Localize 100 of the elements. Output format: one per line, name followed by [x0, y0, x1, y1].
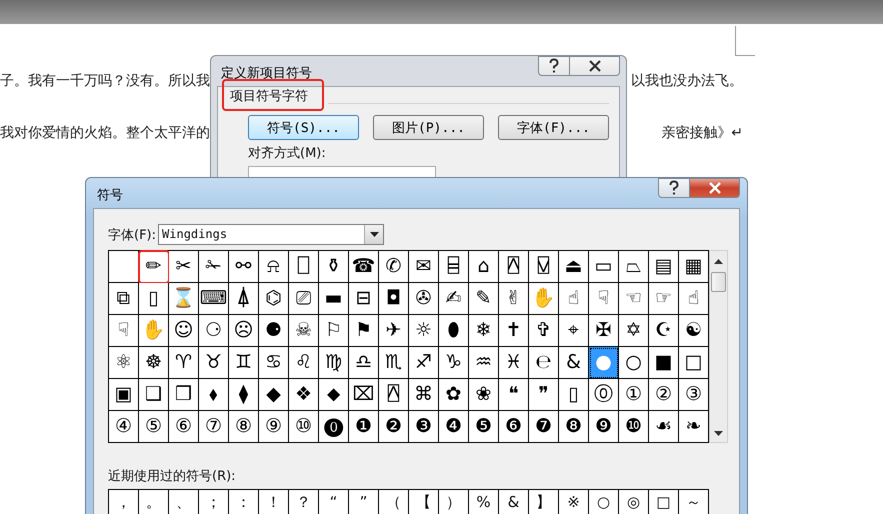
symbol-cell[interactable]: □ — [679, 347, 709, 379]
recent-symbol-cell[interactable]: 】 — [529, 490, 559, 514]
symbol-cell[interactable]: ② — [649, 379, 679, 411]
symbol-cell[interactable]: ♒ — [469, 347, 499, 379]
symbol-cell[interactable]: ✉ — [409, 251, 439, 283]
symbol-cell[interactable]: ⚆ — [199, 315, 229, 347]
symbol-cell[interactable]: ❻ — [499, 411, 529, 443]
recent-symbol-cell[interactable]: ！ — [259, 490, 289, 514]
symbol-cell[interactable]: ⧫ — [229, 379, 259, 411]
symbol-cell[interactable]: ⎕ — [289, 251, 319, 283]
symbol-cell[interactable]: ④ — [109, 411, 139, 443]
symbol-cell[interactable]: ☜ — [619, 283, 649, 315]
symbol-cell[interactable]: ☟ — [109, 315, 139, 347]
symbol-cell[interactable]: ⌨ — [199, 283, 229, 315]
symbol-cell[interactable]: ❿ — [619, 411, 649, 443]
symbol-cell[interactable]: ⍾ — [259, 251, 289, 283]
symbol-cell[interactable]: ⚐ — [319, 315, 349, 347]
symbol-cell[interactable]: ❧ — [679, 411, 709, 443]
symbol-cell[interactable]: ♌ — [289, 347, 319, 379]
symbol-cell[interactable]: ⑥ — [169, 411, 199, 443]
symbol-cell[interactable]: ❾ — [589, 411, 619, 443]
recent-symbol-cell[interactable]: □ — [649, 490, 679, 514]
symbol-cell[interactable]: ❄ — [469, 315, 499, 347]
symbol-cell[interactable]: ❸ — [409, 411, 439, 443]
symbol-cell[interactable]: ⍓ — [379, 379, 409, 411]
symbol-cell[interactable]: ☝ — [679, 283, 709, 315]
symbol-cell[interactable]: ♑ — [439, 347, 469, 379]
help-button[interactable] — [658, 178, 690, 198]
symbol-cell[interactable]: ♓ — [499, 347, 529, 379]
symbol-cell[interactable]: ▯ — [559, 379, 589, 411]
symbol-cell[interactable]: ⚈ — [259, 315, 289, 347]
symbol-cell[interactable]: ⌖ — [559, 315, 589, 347]
symbol-cell[interactable]: ☼ — [409, 315, 439, 347]
symbol-cell[interactable]: ▯ — [139, 283, 169, 315]
symbol-cell[interactable]: ⍓ — [499, 251, 529, 283]
symbol-cell[interactable]: ⓪ — [589, 379, 619, 411]
symbol-cell[interactable]: ♏ — [379, 347, 409, 379]
scrollbar[interactable] — [709, 250, 728, 443]
symbol-cell[interactable]: ❷ — [379, 411, 409, 443]
recent-symbol-cell[interactable]: ） — [439, 490, 469, 514]
symbol-cell[interactable]: ♉ — [199, 347, 229, 379]
symbol-cell[interactable]: ❝ — [499, 379, 529, 411]
symbol-cell[interactable]: ✡ — [619, 315, 649, 347]
symbol-cell[interactable]: ☎ — [349, 251, 379, 283]
symbol-cell[interactable]: ☺ — [169, 315, 199, 347]
symbol-cell[interactable]: ☞ — [649, 283, 679, 315]
symbol-cell[interactable]: ✞ — [529, 315, 559, 347]
symbol-cell[interactable]: ♐ — [409, 347, 439, 379]
recent-symbol-cell[interactable]: % — [469, 490, 499, 514]
symbol-cell[interactable]: ■ — [649, 347, 679, 379]
symbol-cell[interactable]: ○ — [619, 347, 649, 379]
symbol-cell[interactable]: ⌧ — [349, 379, 379, 411]
symbol-cell[interactable]: ☹ — [229, 315, 259, 347]
symbol-cell[interactable]: ⚯ — [229, 251, 259, 283]
symbol-cell[interactable]: ♎ — [349, 347, 379, 379]
scroll-thumb[interactable] — [711, 272, 726, 292]
recent-symbol-cell[interactable]: 【 — [409, 490, 439, 514]
help-button[interactable] — [538, 56, 570, 76]
symbol-cell[interactable]: ⧉ — [109, 283, 139, 315]
recent-symbol-cell[interactable]: 、 — [169, 490, 199, 514]
symbol-cell[interactable]: ✍ — [439, 283, 469, 315]
font-dropdown[interactable]: Wingdings — [158, 224, 384, 245]
recent-symbol-cell[interactable]: ？ — [289, 490, 319, 514]
symbol-cell[interactable]: ♍ — [319, 347, 349, 379]
symbol-cell[interactable]: ☸ — [139, 347, 169, 379]
symbol-cell[interactable]: ⊟ — [349, 283, 379, 315]
symbol-cell[interactable]: ⌂ — [469, 251, 499, 283]
recent-symbol-cell[interactable]: ○ — [589, 490, 619, 514]
symbol-cell[interactable]: ⑧ — [229, 411, 259, 443]
symbol-cell[interactable]: ❼ — [529, 411, 559, 443]
symbol-cell[interactable]: ◆ — [259, 379, 289, 411]
symbol-cell[interactable]: ③ — [679, 379, 709, 411]
symbol-cell[interactable]: ① — [619, 379, 649, 411]
recent-symbol-cell[interactable]: ” — [349, 490, 379, 514]
symbol-cell[interactable]: ✇ — [409, 283, 439, 315]
dialog-button[interactable]: 图片(P)... — [373, 115, 484, 140]
symbol-cell[interactable]: ❶ — [349, 411, 379, 443]
symbol-cell[interactable]: ⍌ — [529, 251, 559, 283]
symbol-cell[interactable]: ☝ — [559, 283, 589, 315]
symbol-cell[interactable]: ❽ — [559, 411, 589, 443]
symbol-cell[interactable]: ⬥ — [319, 379, 349, 411]
symbol-cell[interactable]: ❞ — [529, 379, 559, 411]
recent-symbol-cell[interactable]: （ — [379, 490, 409, 514]
symbol-cell[interactable]: ⑦ — [199, 411, 229, 443]
symbol-cell[interactable]: ❀ — [469, 379, 499, 411]
symbol-cell[interactable]: ✿ — [439, 379, 469, 411]
symbol-cell[interactable]: ⑨ — [259, 411, 289, 443]
symbol-cell[interactable]: ▣ — [109, 379, 139, 411]
symbol-cell[interactable]: ♊ — [229, 347, 259, 379]
symbol-cell[interactable]: ✠ — [589, 315, 619, 347]
symbol-cell[interactable]: ⬮ — [439, 315, 469, 347]
symbol-cell[interactable]: ⚑ — [349, 315, 379, 347]
recent-symbol-cell[interactable]: ※ — [559, 490, 589, 514]
symbol-cell[interactable]: ⓿ — [319, 411, 349, 443]
symbol-cell[interactable]: ◘ — [379, 283, 409, 315]
symbol-cell[interactable]: ✁ — [199, 251, 229, 283]
recent-symbol-cell[interactable]: & — [499, 490, 529, 514]
symbol-cell[interactable]: & — [559, 347, 589, 379]
symbol-cell[interactable]: ⑤ — [139, 411, 169, 443]
recent-symbol-cell[interactable]: ： — [229, 490, 259, 514]
